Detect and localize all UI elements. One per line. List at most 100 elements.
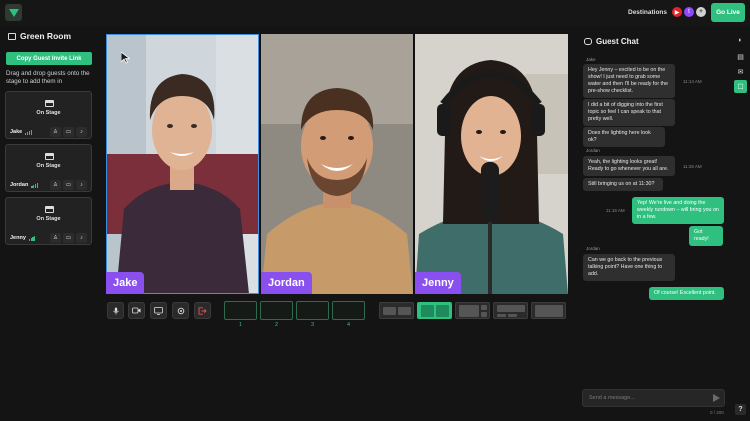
camera-icon[interactable]: ▭ xyxy=(63,127,74,137)
chat-message: Can we go back to the previous talking p… xyxy=(583,254,675,281)
green-room-icon xyxy=(8,32,16,40)
name-tag: Jake xyxy=(106,272,145,294)
guest-card-jenny[interactable]: On Stage Jenny ♙ ▭ ♪ xyxy=(5,197,92,245)
signal-icon xyxy=(25,129,32,135)
palette-icon[interactable]: ◐ xyxy=(734,34,747,47)
signal-icon xyxy=(28,235,36,241)
top-bar: Destinations ▶ t + Go Live xyxy=(0,0,750,26)
chat-message: Yep! We're live and doing the weekly run… xyxy=(632,197,724,224)
chat-title-label: Guest Chat xyxy=(596,37,639,46)
mic-icon[interactable]: ♪ xyxy=(76,180,87,190)
destination-icons: ▶ t + xyxy=(672,7,706,17)
chat-message: I did a bit of digging into the first to… xyxy=(583,99,675,126)
green-room-title: Green Room xyxy=(8,31,71,41)
layout-grid-button[interactable] xyxy=(417,302,452,319)
jenny-video xyxy=(415,34,568,294)
chat-timestamp: 11:14 AM xyxy=(683,79,702,84)
remove-guest-icon[interactable]: ♙ xyxy=(50,180,61,190)
guest-card-jake[interactable]: On Stage Jake ♙ ▭ ♪ xyxy=(5,91,92,139)
on-stage-icon xyxy=(45,153,54,160)
screen-share-icon xyxy=(154,306,163,315)
jake-video xyxy=(106,34,259,294)
copy-invite-link-button[interactable]: Copy Guest Invite Link xyxy=(6,52,92,65)
on-stage-icon xyxy=(45,206,54,213)
chat-message: Hey Jenny – excited to be on the show! I… xyxy=(583,64,675,98)
jordan-video xyxy=(261,34,413,294)
mic-icon[interactable]: ♪ xyxy=(76,127,87,137)
help-button[interactable]: ? xyxy=(735,404,746,415)
media-icon[interactable]: ▤ xyxy=(734,50,747,63)
slot-number: 1 xyxy=(238,322,243,328)
drag-hint: Drag and drop guests onto the stage to a… xyxy=(6,70,90,85)
chat-icon[interactable]: ☐ xyxy=(734,80,747,93)
guest-status: On Stage xyxy=(36,216,61,222)
slot-number: 4 xyxy=(346,322,351,328)
guest-name: Jordan xyxy=(10,182,29,188)
youtube-icon[interactable]: ▶ xyxy=(672,7,682,17)
chat-title: Guest Chat xyxy=(584,37,639,46)
remove-guest-icon[interactable]: ♙ xyxy=(50,127,61,137)
stage: Jake Jordan Jenny xyxy=(106,34,568,294)
chat-bubble-icon xyxy=(584,38,592,45)
chat-message: Yeah, the lighting looks great! Ready to… xyxy=(583,156,675,176)
stage-slot-1[interactable] xyxy=(224,301,257,320)
slot-number: 2 xyxy=(274,322,279,328)
send-icon[interactable] xyxy=(713,394,720,402)
name-tag: Jenny xyxy=(415,272,461,294)
add-destination-icon[interactable]: + xyxy=(696,7,706,17)
settings-icon xyxy=(177,307,184,314)
chat-timestamp: 11:16 AM xyxy=(606,208,625,213)
mic-icon xyxy=(112,307,119,314)
layout-main-bottom-button[interactable] xyxy=(493,302,528,319)
guest-status: On Stage xyxy=(36,163,61,169)
stage-slot-4[interactable] xyxy=(332,301,365,320)
guest-status: On Stage xyxy=(36,110,61,116)
video-tile-jenny[interactable]: Jenny xyxy=(415,34,568,294)
name-tag: Jordan xyxy=(261,272,312,294)
leave-button[interactable] xyxy=(194,302,211,319)
video-tile-jordan[interactable]: Jordan xyxy=(261,34,413,294)
camera-icon[interactable]: ▭ xyxy=(63,233,74,243)
mouse-cursor-icon xyxy=(121,52,130,64)
screen-share-button[interactable] xyxy=(150,302,167,319)
video-tile-jake[interactable]: Jake xyxy=(106,34,259,294)
twitch-icon[interactable]: t xyxy=(684,7,694,17)
slot-number: 3 xyxy=(310,322,315,328)
layout-main-side-button[interactable] xyxy=(455,302,490,319)
guest-name: Jenny xyxy=(10,235,26,241)
chat-message-input[interactable] xyxy=(582,389,725,407)
guest-card-jordan[interactable]: On Stage Jordan ♙ ▭ ♪ xyxy=(5,144,92,192)
destinations-label: Destinations xyxy=(628,9,668,16)
layout-focus-button[interactable] xyxy=(531,302,566,319)
chat-sender: Jordan xyxy=(586,246,600,251)
mic-icon[interactable]: ♪ xyxy=(76,233,87,243)
leave-icon xyxy=(198,306,207,315)
chat-message: Still bringing us on at 11:30? xyxy=(583,178,663,191)
camera-icon xyxy=(132,307,141,314)
studio-app: Destinations ▶ t + Go Live Green Room Co… xyxy=(0,0,750,421)
mic-button[interactable] xyxy=(107,302,124,319)
chat-sender: Jake xyxy=(586,57,596,62)
stage-slot-3[interactable] xyxy=(296,301,329,320)
guest-footer: Jordan ♙ ▭ ♪ xyxy=(6,178,91,192)
guest-footer: Jenny ♙ ▭ ♪ xyxy=(6,231,91,245)
on-stage-icon xyxy=(45,100,54,107)
camera-button[interactable] xyxy=(128,302,145,319)
alert-icon[interactable]: ✉ xyxy=(734,65,747,78)
chat-message: Of course! Excellent point. xyxy=(649,287,724,300)
chat-timestamp: 11:26 AM xyxy=(683,164,702,169)
chat-message: Got ready! xyxy=(689,226,723,246)
go-live-button[interactable]: Go Live xyxy=(711,3,745,22)
logo-icon[interactable] xyxy=(5,4,22,21)
signal-icon xyxy=(31,182,38,188)
guest-name: Jake xyxy=(10,129,23,135)
char-count: 0 / 200 xyxy=(710,410,724,415)
layout-split-button[interactable] xyxy=(379,302,414,319)
camera-icon[interactable]: ▭ xyxy=(63,180,74,190)
green-room-label: Green Room xyxy=(20,31,72,41)
chat-message: Does the lighting here look ok? xyxy=(583,127,665,147)
remove-guest-icon[interactable]: ♙ xyxy=(50,233,61,243)
chat-sender: Jordan xyxy=(586,148,600,153)
stage-slot-2[interactable] xyxy=(260,301,293,320)
settings-button[interactable] xyxy=(172,302,189,319)
